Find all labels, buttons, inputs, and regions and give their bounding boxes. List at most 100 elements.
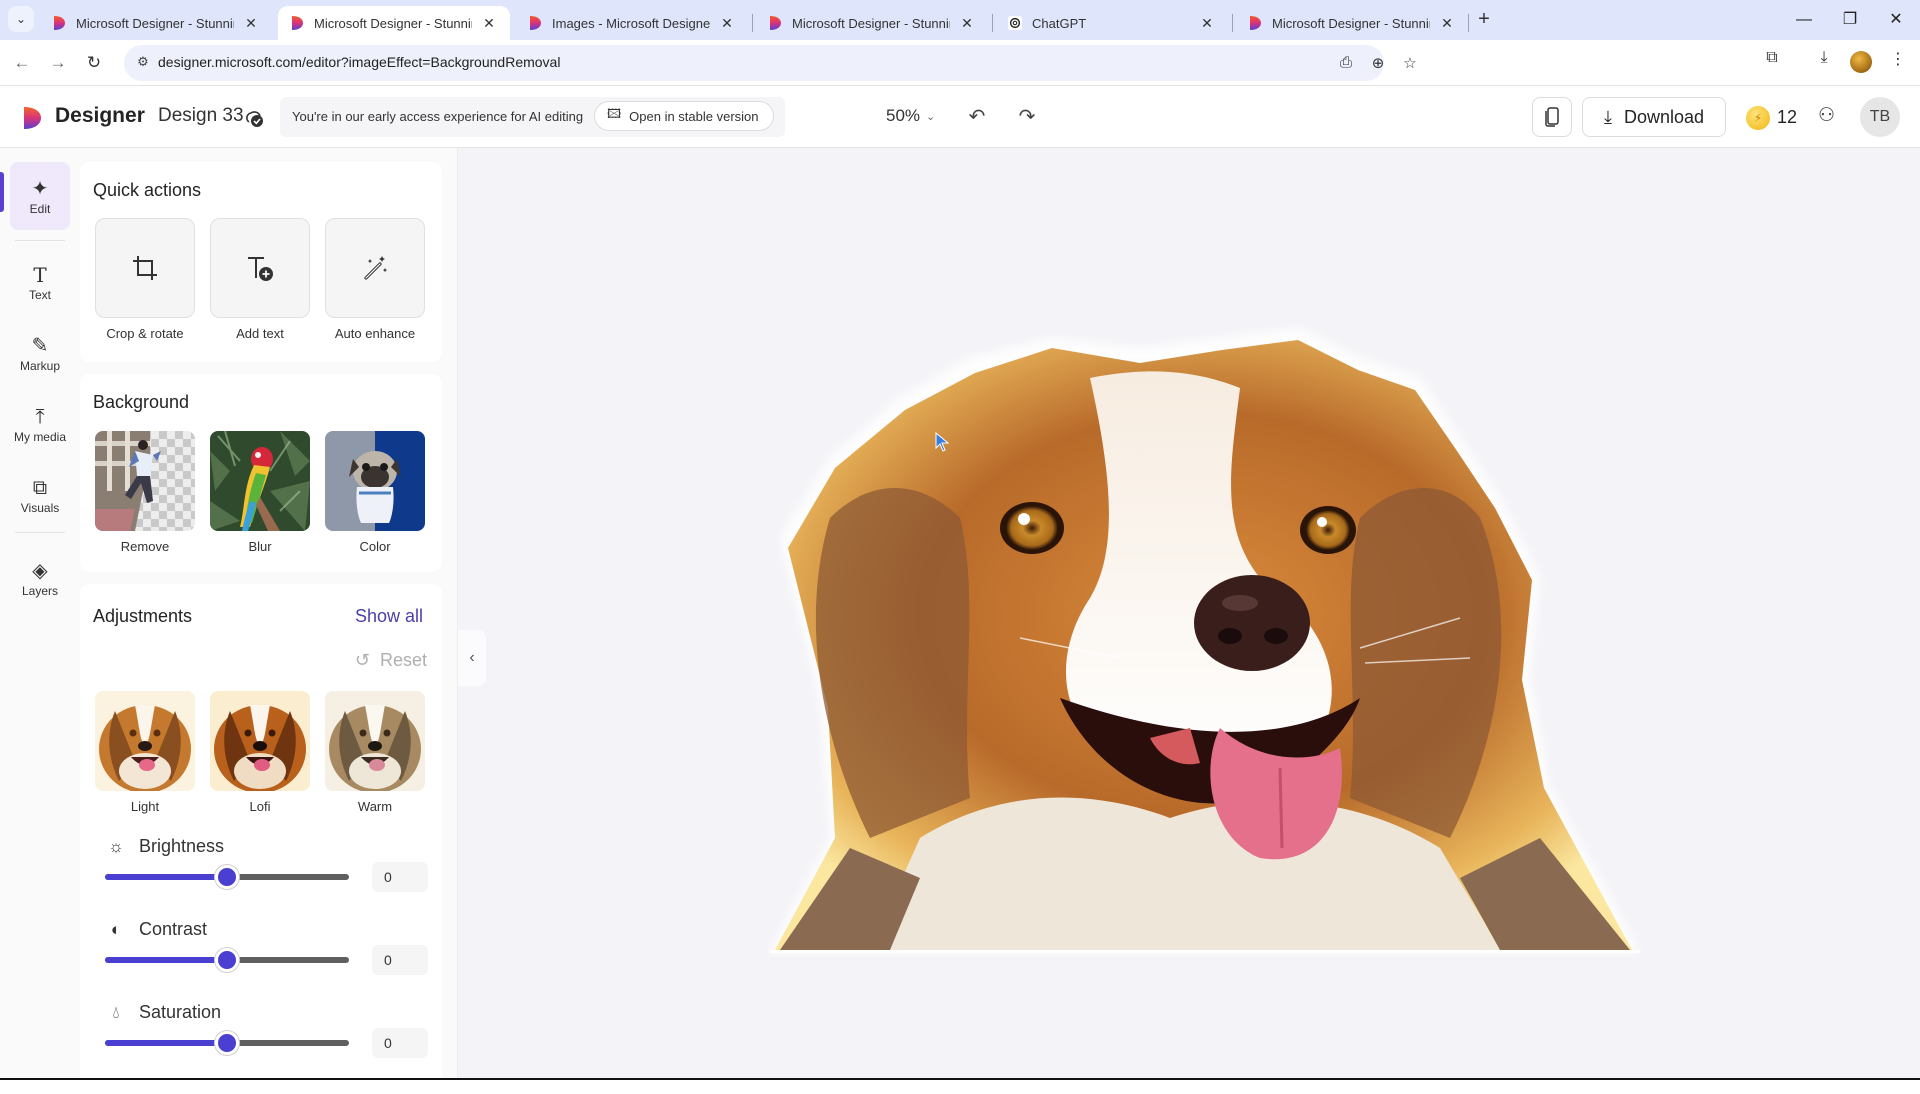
saturation-slider[interactable] bbox=[105, 1031, 349, 1055]
copy-icon bbox=[1545, 107, 1559, 127]
url-text[interactable]: designer.microsoft.com/editor?imageEffec… bbox=[158, 54, 560, 70]
filter-warm-label: Warm bbox=[357, 799, 393, 814]
rail-item-layers[interactable]: ◈ Layers bbox=[10, 544, 70, 612]
user-avatar[interactable]: TB bbox=[1860, 97, 1900, 137]
contrast-slider[interactable] bbox=[105, 948, 349, 972]
browser-tab[interactable]: Microsoft Designer - Stunning d ✕ bbox=[40, 6, 272, 40]
install-app-icon[interactable]: ⎙ bbox=[1334, 54, 1358, 71]
color-background-thumbnail bbox=[325, 431, 425, 531]
rail-item-markup[interactable]: ✎ Markup bbox=[10, 319, 70, 387]
download-icon: ⤓ bbox=[1603, 106, 1612, 127]
browser-tab[interactable]: Microsoft Designer - Stunning d ✕ bbox=[756, 6, 988, 40]
back-button[interactable]: ← bbox=[8, 49, 36, 77]
restore-button[interactable]: ❐ bbox=[1830, 6, 1870, 34]
saturation-value-field[interactable]: 0 bbox=[372, 1028, 428, 1058]
chevron-down-icon: ⌄ bbox=[15, 12, 27, 26]
slider-thumb[interactable] bbox=[215, 948, 239, 972]
open-stable-version-button[interactable]: 🖾 Open in stable version bbox=[594, 101, 774, 131]
filter-light-button[interactable] bbox=[95, 691, 195, 791]
close-icon[interactable]: ✕ bbox=[1438, 15, 1456, 32]
menu-kebab-icon[interactable]: ⋮ bbox=[1884, 49, 1912, 69]
undo-icon[interactable]: ↶ bbox=[964, 104, 990, 130]
close-icon[interactable]: ✕ bbox=[242, 15, 260, 32]
design-name[interactable]: Design 33 bbox=[158, 105, 244, 127]
brightness-label-text: Brightness bbox=[139, 836, 225, 856]
tab-title: Microsoft Designer - Stunning d bbox=[314, 15, 472, 31]
browser-tab[interactable]: ChatGPT ✕ bbox=[996, 6, 1228, 40]
new-tab-button[interactable]: + bbox=[1472, 8, 1496, 31]
mouse-cursor-icon bbox=[935, 432, 950, 452]
feedback-icon[interactable]: ⚇ bbox=[1818, 104, 1835, 127]
designer-logo-icon[interactable] bbox=[22, 106, 42, 130]
contrast-value-field[interactable]: 0 bbox=[372, 945, 428, 975]
site-info-icon[interactable]: ⚙ bbox=[134, 54, 152, 72]
zoom-icon[interactable]: ⊕ bbox=[1366, 54, 1390, 72]
tab-title: Microsoft Designer - Stunning d bbox=[792, 15, 950, 31]
saturation-label: 💧︎ Saturation bbox=[105, 1002, 221, 1023]
background-color-button[interactable] bbox=[325, 431, 425, 531]
auto-enhance-button[interactable] bbox=[325, 218, 425, 318]
bookmark-star-icon[interactable]: ☆ bbox=[1398, 54, 1422, 72]
upload-icon: ⤒ bbox=[35, 406, 45, 428]
remove-background-thumbnail bbox=[95, 431, 195, 531]
chevron-left-icon: ‹ bbox=[469, 649, 475, 666]
reload-button[interactable]: ↻ bbox=[80, 49, 108, 77]
rail-item-my-media[interactable]: ⤒ My media bbox=[10, 390, 70, 458]
zoom-level-dropdown[interactable]: 50% ⌄ bbox=[886, 106, 935, 126]
tab-separator bbox=[1468, 14, 1469, 32]
slider-thumb[interactable] bbox=[215, 865, 239, 889]
add-text-icon bbox=[248, 257, 273, 281]
close-icon[interactable]: ✕ bbox=[718, 15, 736, 32]
rail-item-edit[interactable]: ✦ Edit bbox=[10, 162, 70, 230]
early-access-text: You're in our early access experience fo… bbox=[292, 109, 584, 124]
copy-button[interactable] bbox=[1532, 97, 1572, 137]
rail-item-text[interactable]: T Text bbox=[10, 248, 70, 316]
canvas-image-dog[interactable] bbox=[760, 318, 1660, 958]
reset-button[interactable]: ↺ Reset bbox=[355, 650, 427, 671]
background-blur-button[interactable] bbox=[210, 431, 310, 531]
boost-coin-icon[interactable]: ⚡ bbox=[1746, 106, 1770, 130]
rail-divider bbox=[15, 240, 65, 241]
crop-rotate-label: Crop & rotate bbox=[106, 326, 184, 341]
browser-toolbar: ← → ↻ ⚙ designer.microsoft.com/editor?im… bbox=[0, 40, 1920, 86]
add-text-button[interactable] bbox=[210, 218, 310, 318]
background-title: Background bbox=[93, 392, 190, 412]
downloads-icon[interactable]: ⤓ bbox=[1810, 49, 1838, 67]
minimize-button[interactable]: — bbox=[1784, 6, 1824, 34]
designer-logo-icon bbox=[54, 16, 65, 30]
designer-logo-icon bbox=[530, 16, 541, 30]
browser-tab-active[interactable]: Microsoft Designer - Stunning d ✕ bbox=[278, 6, 510, 40]
crop-rotate-button[interactable] bbox=[95, 218, 195, 318]
close-icon[interactable]: ✕ bbox=[480, 15, 498, 32]
rail-item-visuals[interactable]: ⧉ Visuals bbox=[10, 461, 70, 529]
rail-item-label: Edit bbox=[29, 202, 51, 216]
slider-thumb[interactable] bbox=[215, 1031, 239, 1055]
tab-search-button[interactable]: ⌄ bbox=[8, 6, 34, 32]
brightness-slider[interactable] bbox=[105, 865, 349, 889]
collapse-panel-button[interactable]: ‹ bbox=[458, 630, 486, 686]
browser-tab[interactable]: Microsoft Designer - Stunning d ✕ bbox=[1236, 6, 1468, 40]
saturation-label-text: Saturation bbox=[139, 1002, 222, 1022]
redo-icon[interactable]: ↷ bbox=[1014, 104, 1040, 130]
filter-lofi-button[interactable] bbox=[210, 691, 310, 791]
download-button[interactable]: ⤓ Download bbox=[1582, 97, 1726, 137]
background-remove-button[interactable] bbox=[95, 431, 195, 531]
adjustments-title: Adjustments bbox=[93, 606, 193, 626]
brightness-value-field[interactable]: 0 bbox=[372, 862, 428, 892]
chatgpt-logo-icon bbox=[1008, 16, 1022, 30]
designer-logo-icon bbox=[292, 16, 303, 30]
tab-title: Microsoft Designer - Stunning d bbox=[1272, 15, 1430, 31]
text-icon: T bbox=[33, 263, 47, 287]
window-close-button[interactable]: ✕ bbox=[1876, 6, 1916, 34]
profile-avatar[interactable] bbox=[1850, 51, 1872, 73]
address-bar[interactable]: ⚙ designer.microsoft.com/editor?imageEff… bbox=[124, 45, 1417, 81]
brand-name[interactable]: Designer bbox=[55, 104, 145, 128]
close-icon[interactable]: ✕ bbox=[1198, 15, 1216, 32]
extensions-icon[interactable]: ⧉ bbox=[1758, 49, 1786, 67]
show-all-link[interactable]: Show all bbox=[355, 606, 423, 627]
rail-item-label: Visuals bbox=[20, 501, 60, 515]
browser-tab[interactable]: Images - Microsoft Designer ✕ bbox=[516, 6, 748, 40]
filter-warm-button[interactable] bbox=[325, 691, 425, 791]
close-icon[interactable]: ✕ bbox=[958, 15, 976, 32]
forward-button[interactable]: → bbox=[44, 49, 72, 77]
